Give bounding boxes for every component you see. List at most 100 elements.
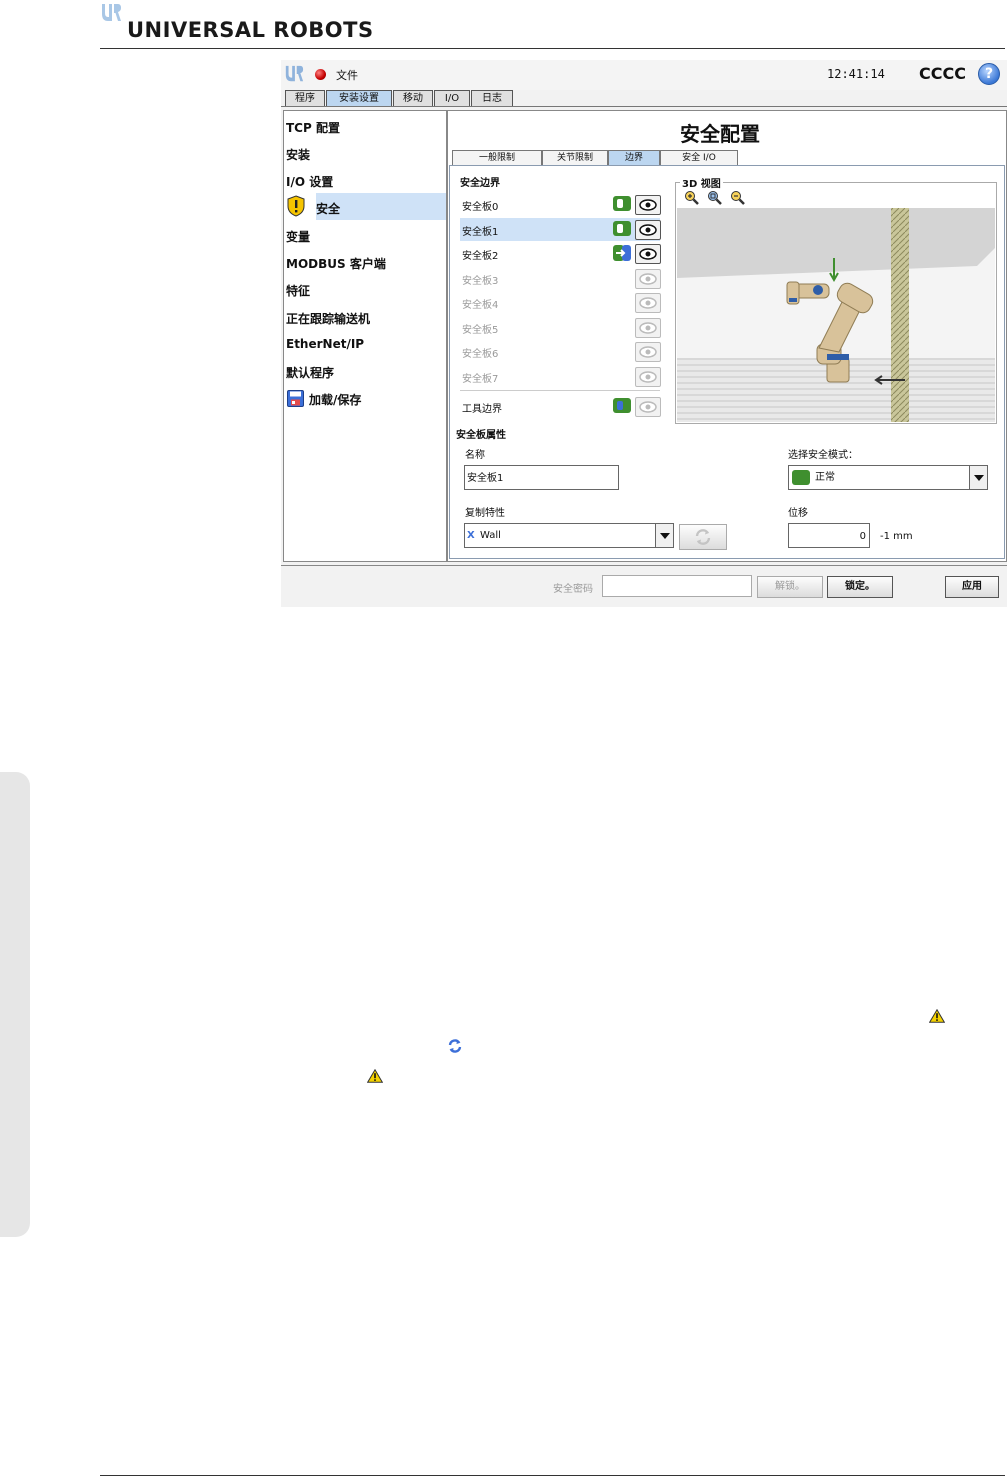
visibility-eye-icon[interactable] bbox=[635, 342, 661, 362]
plane-properties-label: 安全板属性 bbox=[456, 430, 506, 441]
refresh-feature-button[interactable] bbox=[679, 524, 727, 550]
copy-feature-select[interactable]: X Wall bbox=[464, 523, 674, 548]
plane-name: 安全板1 bbox=[462, 227, 499, 238]
plane-name: 安全板2 bbox=[462, 251, 499, 262]
ur-logo-icon bbox=[285, 65, 304, 82]
safety-mode-label: 选择安全模式： bbox=[788, 450, 858, 461]
list-item[interactable]: 安全板2 bbox=[460, 242, 661, 265]
displacement-input[interactable]: 0 bbox=[788, 523, 870, 548]
password-input[interactable] bbox=[602, 575, 752, 597]
header-rule bbox=[100, 48, 1005, 49]
sidebar-item-load-save[interactable]: 加载/保存 bbox=[309, 391, 361, 408]
chevron-down-icon bbox=[655, 524, 673, 547]
password-label: 安全密码 bbox=[553, 584, 593, 595]
plane-name: 安全板0 bbox=[462, 202, 499, 213]
safety-mode-select[interactable]: 正常 bbox=[788, 465, 988, 490]
list-item[interactable]: 安全板3 bbox=[460, 267, 661, 290]
list-item[interactable]: 安全板4 bbox=[460, 291, 661, 314]
visibility-eye-icon[interactable] bbox=[635, 318, 661, 338]
tab-program[interactable]: 程序 bbox=[285, 90, 325, 106]
zoom-in-icon[interactable] bbox=[684, 190, 700, 206]
sidebar-item-mounting[interactable]: 安装 bbox=[286, 146, 310, 163]
apply-button[interactable]: 应用 bbox=[945, 576, 999, 598]
divider bbox=[460, 390, 660, 391]
file-menu[interactable]: 文件 bbox=[336, 67, 358, 83]
tab-log[interactable]: 日志 bbox=[471, 90, 513, 106]
list-item[interactable]: 安全板1 bbox=[460, 218, 661, 241]
tab-general-limits[interactable]: 一般限制 bbox=[452, 150, 542, 165]
refresh-icon bbox=[448, 1039, 462, 1053]
name-label: 名称 bbox=[465, 450, 485, 461]
tab-move[interactable]: 移动 bbox=[393, 90, 433, 106]
feature-x-icon: X bbox=[467, 530, 475, 541]
zoom-fit-icon[interactable] bbox=[707, 190, 723, 206]
visibility-eye-icon[interactable] bbox=[635, 293, 661, 313]
sidebar-item-ethernet-ip[interactable]: EtherNet/IP bbox=[286, 337, 364, 351]
status-light-icon bbox=[315, 69, 326, 80]
tab-installation[interactable]: 安装设置 bbox=[326, 90, 392, 106]
warning-icon bbox=[929, 1009, 945, 1023]
plane-name: 安全板5 bbox=[462, 325, 499, 336]
safety-boundaries-label: 安全边界 bbox=[460, 178, 500, 189]
warning-icon bbox=[367, 1069, 383, 1083]
help-icon[interactable]: ? bbox=[978, 63, 1000, 85]
robot-3d-view[interactable] bbox=[677, 208, 995, 422]
sidebar-item-features[interactable]: 特征 bbox=[286, 282, 310, 299]
plane-enabled-toggle[interactable] bbox=[613, 221, 631, 236]
visibility-eye-icon[interactable] bbox=[635, 195, 661, 215]
safety-shield-icon bbox=[287, 195, 305, 217]
refresh-icon bbox=[695, 529, 711, 545]
brand-name: UNIVERSAL ROBOTS bbox=[127, 18, 374, 42]
visibility-eye-icon[interactable] bbox=[635, 367, 661, 387]
sidebar-item-io-setup[interactable]: I/O 设置 bbox=[286, 173, 333, 190]
footer-rule bbox=[100, 1475, 1005, 1476]
plane-enabled-toggle[interactable] bbox=[613, 196, 631, 211]
sidebar-item-variables[interactable]: 变量 bbox=[286, 228, 310, 245]
view3d-label: 3D 视图 bbox=[680, 175, 723, 190]
normal-mode-icon bbox=[792, 470, 810, 485]
visibility-eye-icon[interactable] bbox=[635, 269, 661, 289]
tab-io[interactable]: I/O bbox=[434, 90, 470, 106]
clock: 12:41:14 bbox=[827, 67, 885, 81]
side-tab bbox=[0, 772, 30, 1237]
list-item[interactable]: 安全板7 bbox=[460, 365, 661, 388]
sidebar-item-modbus[interactable]: MODBUS 客户端 bbox=[286, 255, 386, 272]
sidebar-item-conveyor[interactable]: 正在跟踪输送机 bbox=[286, 310, 370, 327]
safety-mode-value: 正常 bbox=[815, 472, 835, 483]
sidebar-item-safety[interactable]: 安全 bbox=[316, 200, 340, 217]
title-bar: 文件 12:41:14 CCCC ? bbox=[281, 60, 1007, 90]
tool-boundary-row[interactable]: 工具边界 bbox=[460, 395, 661, 418]
bottom-bar: 安全密码 解锁。 锁定。 应用 bbox=[281, 565, 1007, 607]
page-title: 安全配置 bbox=[680, 122, 760, 146]
displacement-unit: -1 mm bbox=[880, 531, 913, 542]
tool-boundary-label: 工具边界 bbox=[462, 404, 502, 415]
displacement-label: 位移 bbox=[788, 508, 808, 519]
safety-config-panel: 安全配置 一般限制 关节限制 边界 安全 I/O 安全边界 安全板0 安全板1 bbox=[447, 110, 1007, 562]
tool-boundary-toggle[interactable] bbox=[613, 398, 631, 413]
trigger-icon[interactable] bbox=[613, 245, 631, 261]
plane-name: 安全板7 bbox=[462, 374, 499, 385]
visibility-eye-icon[interactable] bbox=[635, 244, 661, 264]
plane-name-input[interactable]: 安全板1 bbox=[464, 465, 619, 490]
lock-button[interactable]: 锁定。 bbox=[827, 576, 893, 598]
unlock-button[interactable]: 解锁。 bbox=[757, 576, 823, 598]
chevron-down-icon bbox=[969, 466, 987, 489]
copy-feature-label: 复制特性 bbox=[465, 508, 505, 519]
tab-boundaries[interactable]: 边界 bbox=[608, 150, 660, 165]
plane-name: 安全板6 bbox=[462, 349, 499, 360]
sidebar-item-tcp[interactable]: TCP 配置 bbox=[286, 119, 340, 136]
list-item[interactable]: 安全板6 bbox=[460, 340, 661, 363]
installation-sidebar: TCP 配置 安装 I/O 设置 安全 变量 MODBUS 客户端 特征 正在跟… bbox=[283, 110, 447, 562]
sidebar-item-default-program[interactable]: 默认程序 bbox=[286, 364, 334, 381]
list-item[interactable]: 安全板5 bbox=[460, 316, 661, 339]
copy-feature-value: Wall bbox=[480, 530, 501, 541]
tab-joint-limits[interactable]: 关节限制 bbox=[542, 150, 608, 165]
tab-safety-io[interactable]: 安全 I/O bbox=[660, 150, 738, 165]
visibility-eye-icon[interactable] bbox=[635, 397, 661, 417]
list-item[interactable]: 安全板0 bbox=[460, 193, 661, 216]
boundaries-tab-content: 安全边界 安全板0 安全板1 安全板2 安全板3 安全板4 安全板5 安全板6 … bbox=[449, 165, 1005, 559]
ur-logo-icon bbox=[102, 4, 121, 21]
zoom-out-icon[interactable] bbox=[730, 190, 746, 206]
visibility-eye-icon[interactable] bbox=[635, 220, 661, 240]
polyscope-window: 文件 12:41:14 CCCC ? 程序 安装设置 移动 I/O 日志 TCP… bbox=[281, 60, 1007, 607]
